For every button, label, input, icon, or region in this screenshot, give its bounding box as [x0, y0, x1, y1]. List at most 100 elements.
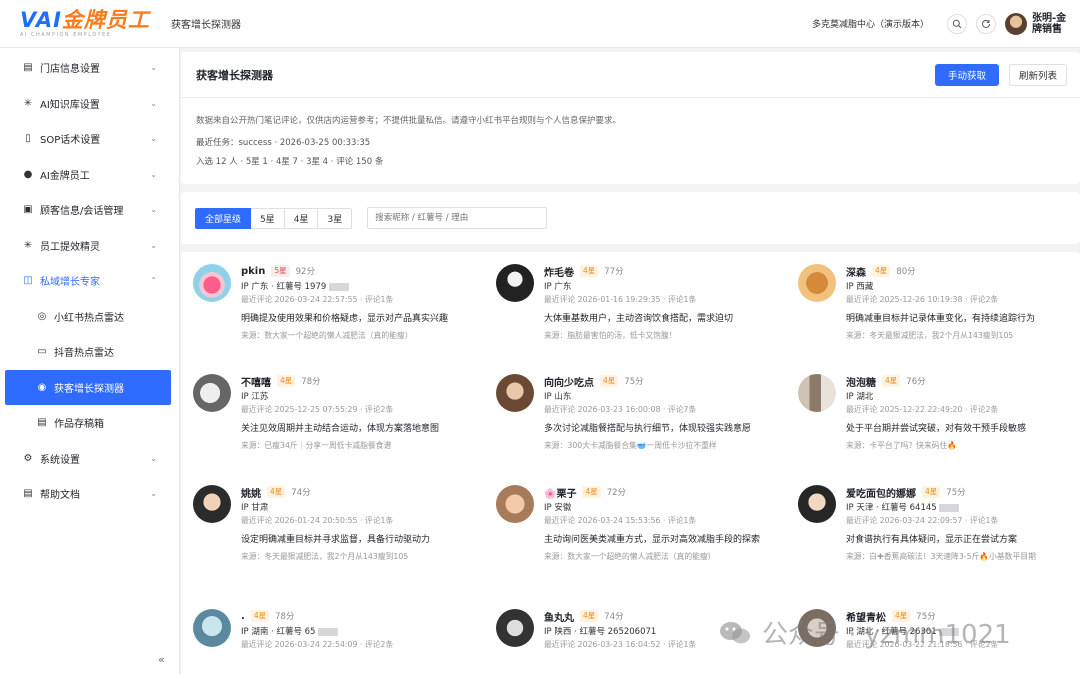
lead-name[interactable]: 🌸栗子: [544, 485, 576, 500]
chevron-down-icon: ⌄: [150, 205, 157, 215]
user-avatar[interactable]: [1005, 12, 1027, 35]
lead-avatar[interactable]: [496, 485, 534, 523]
sidebar-item-label: 系统设置: [40, 454, 80, 466]
lead-source[interactable]: 来源：300大卡减脂餐合集🥣一周低卡沙拉不重样: [544, 440, 772, 451]
user-icon: ●: [23, 168, 33, 180]
sidebar-item-drafts[interactable]: ▤ 作品存稿箱: [0, 405, 179, 441]
lead-last-comment: 最近评论 2026-03-24 22:09:57 · 评论1条: [846, 516, 999, 525]
sidebar-item-growth-detector[interactable]: ◉ 获客增长探测器: [5, 369, 171, 405]
lead-ip: IP 江苏: [241, 392, 269, 402]
last-task: 最近任务：success · 2026-03-25 00:33:35: [196, 138, 371, 148]
sidebar-item-sop[interactable]: ▯ SOP话术设置 ⌄: [0, 121, 179, 157]
search-icon: [952, 19, 962, 28]
lead-avatar[interactable]: [193, 374, 231, 412]
sidebar-item-xhs-radar[interactable]: ◎ 小红书热点雷达: [0, 299, 179, 335]
tab-all-stars[interactable]: 全部星级: [195, 207, 252, 229]
sidebar-item-label: 获客增长探测器: [54, 383, 124, 395]
sidebar-item-ai-employee[interactable]: ● AI金牌员工 ⌄: [0, 157, 179, 193]
store-name[interactable]: 多克莫减脂中心（演示版本）: [812, 17, 929, 30]
lead-name[interactable]: 深森: [846, 264, 866, 279]
lead-ip: IP 安徽: [544, 503, 572, 513]
star-badge: 4星: [582, 486, 601, 498]
lead-name[interactable]: 炸毛卷: [544, 264, 574, 279]
lead-name[interactable]: 爱吃面包的娜娜: [846, 485, 916, 500]
sidebar-item-system-settings[interactable]: ⚙ 系统设置 ⌄: [0, 441, 179, 477]
search-button[interactable]: [947, 13, 967, 34]
chevron-down-icon: ⌄: [150, 134, 157, 144]
lead-last-comment: 最近评论 2026-03-23 16:04:52 · 评论1条: [544, 640, 697, 649]
phone-icon: ▯: [25, 133, 31, 145]
lead-avatar[interactable]: [193, 609, 231, 647]
lead-name[interactable]: 不嘻嘻: [241, 374, 271, 389]
refresh-list-button[interactable]: 刷新列表: [1008, 63, 1067, 86]
lead-source[interactable]: 来源：冬天最狠减肥法，我2个月从143瘦到105: [846, 330, 1074, 341]
lead-name[interactable]: 鱼丸丸: [544, 609, 574, 624]
lead-reason: 明确提及使用效果和价格疑虑，显示对产品真实兴趣: [241, 314, 449, 324]
manual-fetch-button[interactable]: 手动获取: [934, 63, 999, 86]
lead-source[interactable]: 来源：已瘦34斤｜分享一周低卡减脂餐食谱: [241, 440, 469, 451]
lead-avatar[interactable]: [193, 264, 231, 302]
customer-icon: ▣: [23, 204, 33, 216]
growth-icon: ◫: [23, 275, 33, 287]
lead-score: 80分: [896, 267, 916, 277]
lead-source[interactable]: 来源：冬天最狠减肥法，我2个月从143瘦到105: [241, 551, 469, 562]
lead-name[interactable]: 泡泡糖: [846, 374, 876, 389]
lead-avatar[interactable]: [798, 609, 836, 647]
tab-4-stars[interactable]: 4星: [284, 207, 319, 229]
lead-score: 74分: [604, 612, 624, 622]
lead-last-comment: 最近评论 2025-12-25 07:55:29 · 评论2条: [241, 405, 394, 414]
star-badge: 4星: [892, 610, 911, 622]
search-input[interactable]: [367, 207, 548, 229]
sidebar-item-staff-efficiency[interactable]: ✳ 员工提效精灵 ⌄: [0, 228, 179, 264]
chevron-down-icon: ⌄: [150, 489, 157, 499]
lead-name[interactable]: 向向少吃点: [544, 374, 594, 389]
star-badge: 4星: [872, 265, 891, 277]
sidebar-item-label: 顾客信息/会话管理: [40, 206, 124, 218]
refresh-icon: [982, 19, 990, 28]
lead-name[interactable]: 希望青松: [846, 609, 886, 624]
lead-avatar[interactable]: [798, 374, 836, 412]
star-badge: 4星: [600, 375, 619, 387]
sidebar-item-customer[interactable]: ▣ 顾客信息/会话管理 ⌄: [0, 192, 179, 228]
star-badge: 4星: [250, 610, 270, 622]
lead-source[interactable]: 来源：数大家一个超绝的懒人减肥法（真的能瘦）: [544, 551, 772, 562]
lead-name[interactable]: .: [241, 611, 245, 622]
lead-score: 75分: [946, 488, 966, 498]
masked-text: [328, 282, 349, 291]
tab-5-stars[interactable]: 5星: [251, 207, 285, 229]
lead-source[interactable]: 来源：白✚香蕉高碳法！3天速降3-5斤🔥小基数平目期: [846, 551, 1074, 562]
lead-avatar[interactable]: [193, 485, 231, 523]
lead-last-comment: 最近评论 2026-03-23 16:00:08 · 评论7条: [544, 405, 697, 414]
sidebar-item-help[interactable]: ▤ 帮助文档 ⌄: [0, 476, 179, 512]
sidebar-item-growth-expert[interactable]: ◫ 私域增长专家 ⌃: [0, 263, 179, 299]
lead-ip: IP 甘肃: [241, 503, 269, 513]
top-bar: VAI金牌员工 AI CHAMPION EMPLOYEE 获客增长探测器 多克莫…: [0, 0, 1080, 48]
lead-avatar[interactable]: [496, 264, 534, 302]
sidebar-item-store-settings[interactable]: ▤ 门店信息设置 ⌄: [0, 50, 179, 86]
lead-avatar[interactable]: [496, 374, 534, 412]
user-name[interactable]: 张明-金牌销售: [1032, 13, 1072, 35]
sidebar-item-douyin-radar[interactable]: ▭ 抖音热点雷达: [0, 334, 179, 370]
sidebar: ▤ 门店信息设置 ⌄ ✳ AI知识库设置 ⌄ ▯ SOP话术设置 ⌄ ● AI金牌员工 ⌄ ▣ 顾…: [0, 48, 180, 674]
refresh-button[interactable]: [976, 13, 996, 34]
star-badge: 4星: [580, 265, 599, 277]
brand-logo[interactable]: VAI金牌员工 AI CHAMPION EMPLOYEE: [0, 9, 165, 38]
lead-reason: 主动询问医美类减重方式，显示对高效减脂手段的探索: [544, 535, 761, 545]
radar-icon: ◎: [37, 310, 47, 322]
lead-avatar[interactable]: [798, 485, 836, 523]
lead-avatar[interactable]: [496, 609, 534, 647]
lead-source[interactable]: 来源：脂肪最害怕的汤，低卡又饱腹！: [544, 330, 772, 341]
leads-grid: pkin 5星 92分 IP 广东 · 红薯号 1979 最近评论 2026-03-2…: [181, 252, 1080, 674]
lead-reason: 对食谱执行有具体疑问，显示正在尝试方案: [846, 535, 1018, 545]
lead-avatar[interactable]: [798, 264, 836, 302]
lead-last-comment: 最近评论 2026-01-24 20:50:55 · 评论1条: [241, 516, 394, 525]
star-badge: 4星: [267, 486, 286, 498]
lead-name[interactable]: 姚姚: [241, 485, 261, 500]
tab-3-stars[interactable]: 3星: [318, 207, 353, 229]
star-badge: 4星: [580, 610, 599, 622]
sidebar-collapse-button[interactable]: «: [158, 653, 165, 666]
lead-name[interactable]: pkin: [241, 266, 265, 277]
sidebar-item-ai-knowledge[interactable]: ✳ AI知识库设置 ⌄: [0, 86, 179, 122]
lead-source[interactable]: 来源：数大家一个超绝的懒人减肥法（真的能瘦）: [241, 330, 469, 341]
lead-source[interactable]: 来源：卡平台了吗？快来码住🔥: [846, 440, 1074, 451]
